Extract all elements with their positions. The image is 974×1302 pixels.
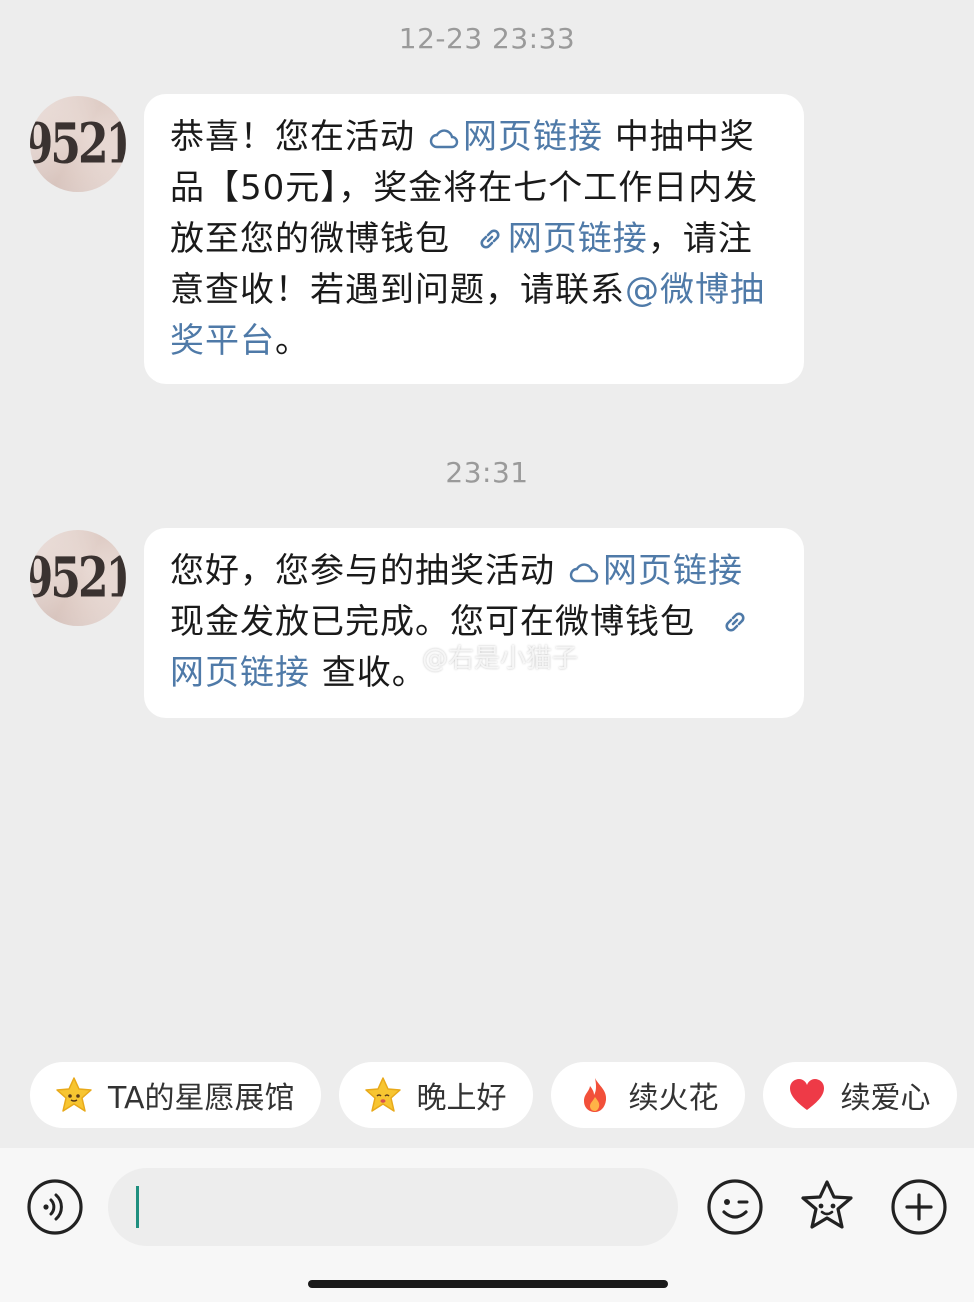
quick-reply-label: 续爱心: [840, 1081, 931, 1116]
star-face-icon: [56, 1077, 92, 1112]
quick-reply-label: TA的星愿展馆: [108, 1081, 295, 1116]
star-face-icon: [364, 1077, 401, 1112]
emoji-icon[interactable]: [706, 1178, 764, 1236]
message-bubble[interactable]: 恭喜！您在活动 网页链接 中抽中奖品【50元】，奖金将在七个工作日内发放至您的微博…: [144, 94, 804, 384]
message-row: 9521 恭喜！您在活动网页链接 中抽中奖品【50元】，奖金将在七个工作日内发放…: [30, 94, 804, 384]
quick-reply-label: 晚上好: [416, 1081, 507, 1116]
voice-icon[interactable]: [26, 1178, 84, 1236]
link-icon: [480, 229, 500, 249]
web-link[interactable]: 网页链接: [555, 551, 743, 591]
avatar-text: 9521: [30, 546, 126, 610]
quick-reply-label: 续火花: [628, 1081, 719, 1116]
cloud-icon: [569, 563, 599, 583]
avatar[interactable]: 9521: [30, 96, 126, 192]
quick-reply-chip[interactable]: 续火花: [550, 1062, 745, 1128]
input-bar: [0, 1148, 974, 1302]
watermark: @右是小猫子: [388, 638, 578, 675]
web-link[interactable]: 网页链接: [462, 219, 648, 259]
message-text: 。: [275, 321, 310, 361]
web-link[interactable]: 网页链接: [415, 117, 603, 157]
avatar[interactable]: 9521: [30, 530, 126, 626]
message-input[interactable]: [108, 1168, 678, 1246]
avatar-text: 9521: [30, 112, 126, 176]
message-text: 恭喜！您在活动: [170, 117, 415, 157]
cloud-icon: [429, 129, 459, 149]
message-text: 您好，您参与的抽奖活动: [170, 551, 555, 591]
message-timestamp: 12-23 23:33: [398, 22, 576, 55]
heart-icon: [789, 1079, 824, 1110]
sticker-star-icon[interactable]: [798, 1178, 856, 1236]
quick-reply-chip[interactable]: 晚上好: [338, 1062, 533, 1128]
message-timestamp: 23:31: [445, 456, 529, 489]
quick-reply-chip[interactable]: TA的星愿展馆: [30, 1062, 321, 1128]
plus-icon[interactable]: [890, 1178, 948, 1236]
message-bubble[interactable]: 您好，您参与的抽奖活动 网页链接 现金发放已完成。您可在微博钱包 网页链接 查收。: [144, 528, 804, 718]
message-row: 9521 您好，您参与的抽奖活动网页链接 现金发放已完成。您可在微博钱包 网页链…: [30, 528, 804, 718]
message-text: 现金发放已完成。您可在微博钱包: [170, 602, 695, 642]
quick-reply-chip[interactable]: 续爱心: [762, 1062, 957, 1128]
text-caret: [136, 1186, 139, 1228]
weibo-logo-icon: [389, 647, 417, 667]
watermark-text: @右是小猫子: [422, 644, 579, 674]
link-icon: [725, 612, 745, 632]
fire-icon: [583, 1078, 606, 1112]
home-indicator[interactable]: [308, 1280, 668, 1288]
quick-reply-bar: TA的星愿展馆 晚上好 续火花 续爱心: [30, 1062, 957, 1128]
